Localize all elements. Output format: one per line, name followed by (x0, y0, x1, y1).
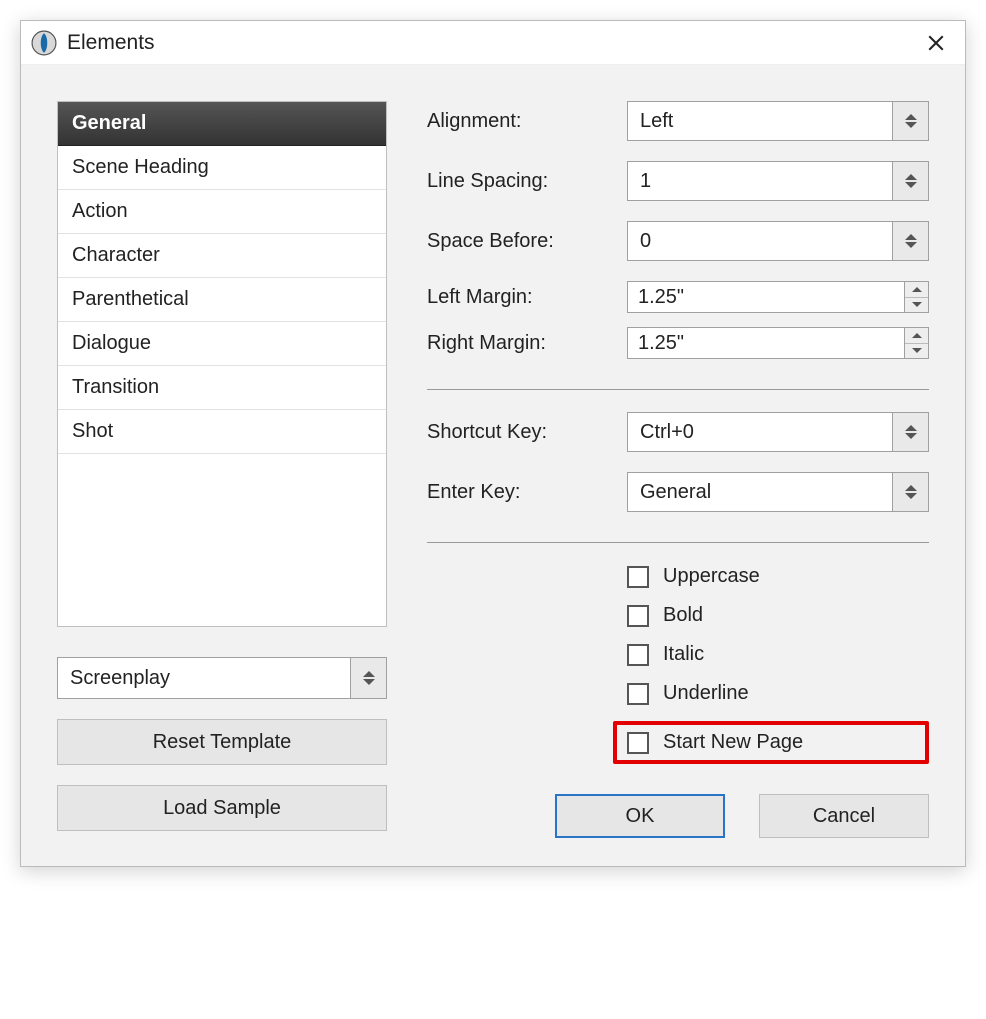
line-spacing-value: 1 (628, 162, 892, 200)
load-sample-button[interactable]: Load Sample (57, 785, 387, 831)
template-select-value: Screenplay (58, 658, 350, 698)
checkbox-icon (627, 683, 649, 705)
stepper-icon (892, 102, 928, 140)
list-item-general[interactable]: General (58, 102, 386, 146)
checkbox-icon (627, 566, 649, 588)
list-item-parenthetical[interactable]: Parenthetical (58, 278, 386, 322)
space-before-value: 0 (628, 222, 892, 260)
right-column: Alignment: Left Line Spacing: 1 (427, 101, 929, 838)
divider (427, 389, 929, 390)
checkbox-label: Uppercase (663, 565, 760, 588)
list-item-character[interactable]: Character (58, 234, 386, 278)
space-before-select[interactable]: 0 (627, 221, 929, 261)
dialog-footer: OK Cancel (427, 794, 929, 838)
divider (427, 542, 929, 543)
left-margin-value: 1.25" (628, 282, 904, 312)
stepper-icon (350, 658, 386, 698)
italic-checkbox[interactable]: Italic (627, 643, 929, 666)
bold-checkbox[interactable]: Bold (627, 604, 929, 627)
reset-template-button[interactable]: Reset Template (57, 719, 387, 765)
stepper-icon (892, 473, 928, 511)
cancel-button[interactable]: Cancel (759, 794, 929, 838)
list-item-transition[interactable]: Transition (58, 366, 386, 410)
checkbox-icon (627, 605, 649, 627)
shortcut-key-select[interactable]: Ctrl+0 (627, 412, 929, 452)
list-item-shot[interactable]: Shot (58, 410, 386, 454)
stepper-icon (892, 222, 928, 260)
checkbox-label: Bold (663, 604, 703, 627)
enter-key-value: General (628, 473, 892, 511)
spinner-buttons[interactable] (904, 328, 928, 358)
ok-button[interactable]: OK (555, 794, 725, 838)
checkbox-icon (627, 732, 649, 754)
titlebar: Elements (21, 21, 965, 65)
checkbox-icon (627, 644, 649, 666)
right-margin-label: Right Margin: (427, 332, 627, 355)
shortcut-key-label: Shortcut Key: (427, 421, 627, 444)
dialog-body: General Scene Heading Action Character P… (21, 65, 965, 866)
elements-dialog: Elements General Scene Heading Action Ch… (20, 20, 966, 867)
left-margin-label: Left Margin: (427, 286, 627, 309)
left-margin-stepper[interactable]: 1.25" (627, 281, 929, 313)
template-select[interactable]: Screenplay (57, 657, 387, 699)
shortcut-key-value: Ctrl+0 (628, 413, 892, 451)
enter-key-select[interactable]: General (627, 472, 929, 512)
checkbox-label: Italic (663, 643, 704, 666)
dialog-title: Elements (67, 31, 919, 55)
checkbox-label: Underline (663, 682, 749, 705)
element-type-list: General Scene Heading Action Character P… (57, 101, 387, 627)
uppercase-checkbox[interactable]: Uppercase (627, 565, 929, 588)
checkbox-label: Start New Page (663, 731, 803, 754)
alignment-select[interactable]: Left (627, 101, 929, 141)
right-margin-value: 1.25" (628, 328, 904, 358)
underline-checkbox[interactable]: Underline (627, 682, 929, 705)
alignment-label: Alignment: (427, 110, 627, 133)
app-icon (31, 30, 57, 56)
right-margin-stepper[interactable]: 1.25" (627, 327, 929, 359)
list-item-action[interactable]: Action (58, 190, 386, 234)
list-item-scene-heading[interactable]: Scene Heading (58, 146, 386, 190)
list-item-dialogue[interactable]: Dialogue (58, 322, 386, 366)
spinner-buttons[interactable] (904, 282, 928, 312)
start-new-page-highlight: Start New Page (613, 721, 929, 764)
space-before-label: Space Before: (427, 230, 627, 253)
line-spacing-select[interactable]: 1 (627, 161, 929, 201)
close-button[interactable] (919, 26, 953, 60)
stepper-icon (892, 162, 928, 200)
stepper-icon (892, 413, 928, 451)
checkbox-group: Uppercase Bold Italic Underline (627, 565, 929, 764)
enter-key-label: Enter Key: (427, 481, 627, 504)
left-column: General Scene Heading Action Character P… (57, 101, 387, 838)
alignment-value: Left (628, 102, 892, 140)
start-new-page-checkbox[interactable]: Start New Page (627, 731, 803, 754)
line-spacing-label: Line Spacing: (427, 170, 627, 193)
